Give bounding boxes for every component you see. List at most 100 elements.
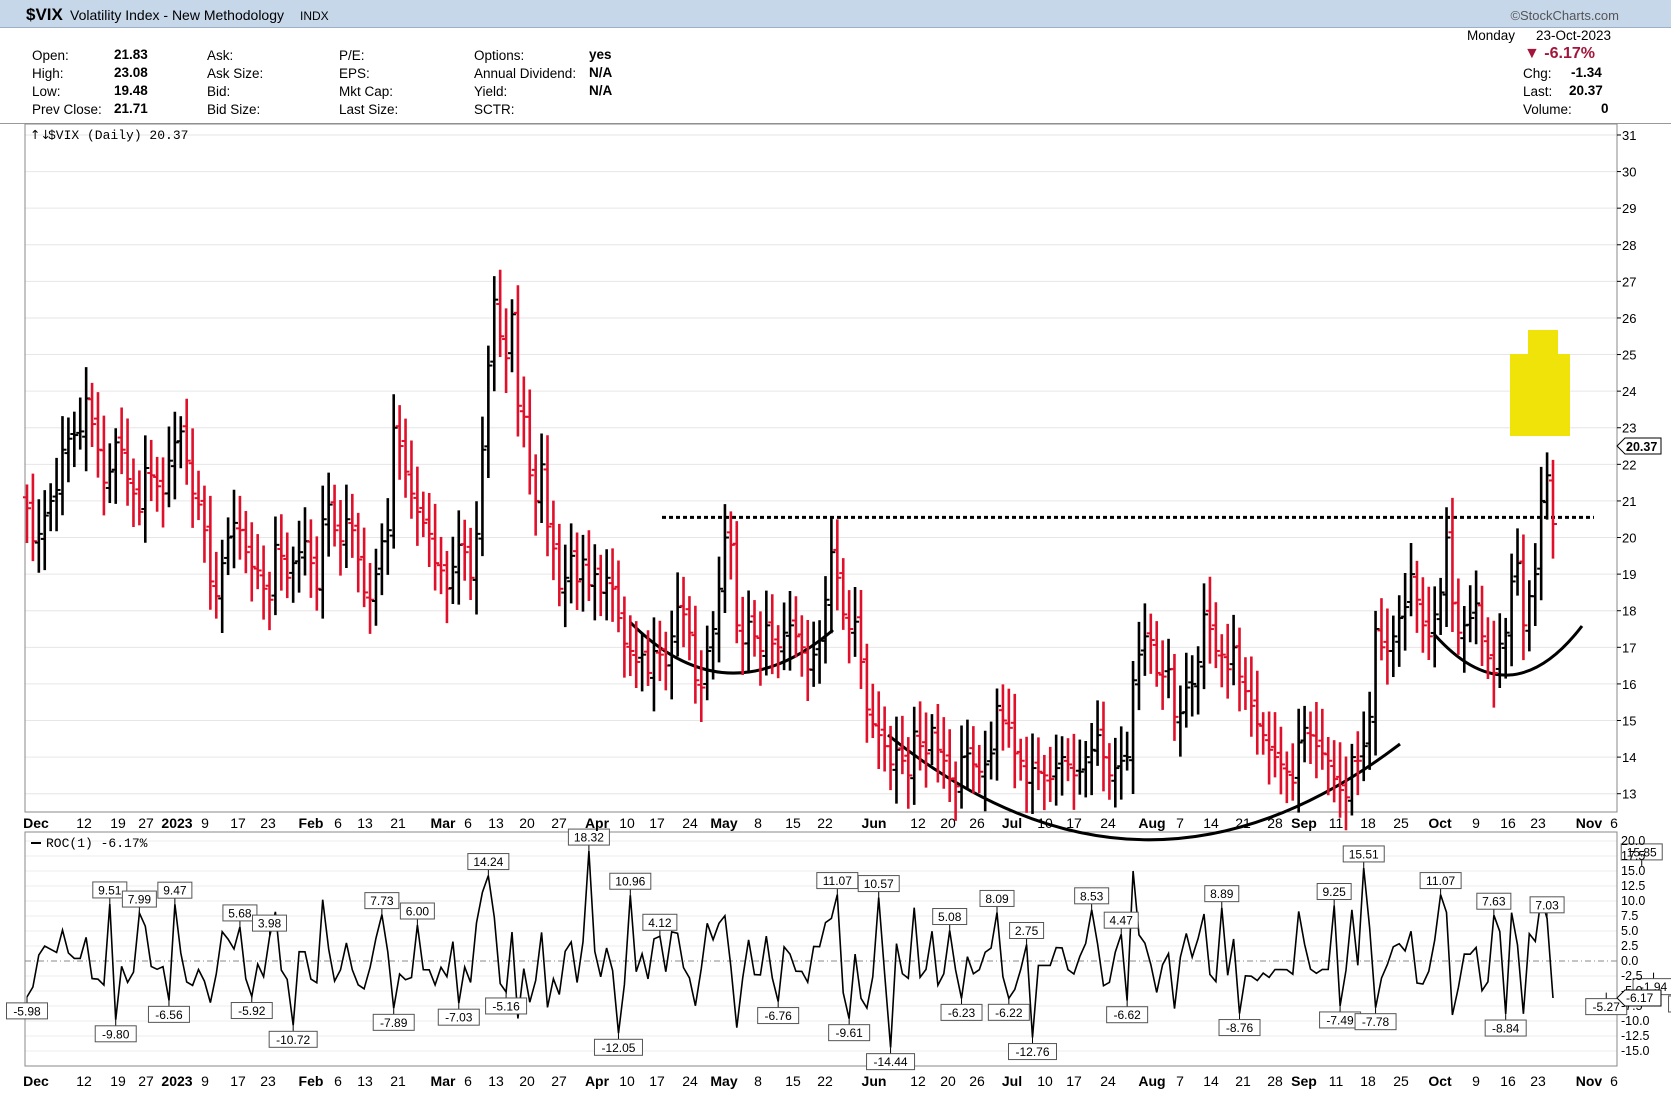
date-tick-label: 2023 bbox=[161, 815, 192, 831]
ohlc-bar bbox=[1537, 466, 1546, 601]
ohlc-bar bbox=[58, 416, 67, 516]
ohlc-bar bbox=[797, 615, 806, 677]
ohlc-bar bbox=[371, 548, 380, 626]
ohlc-bar bbox=[1129, 660, 1138, 794]
ohlc-bar bbox=[1424, 586, 1433, 661]
svg-text:-8.76: -8.76 bbox=[1226, 1021, 1254, 1035]
ohlc-bar bbox=[1004, 688, 1013, 748]
date-tick-label: 21 bbox=[1235, 1073, 1251, 1089]
ohlc-bar bbox=[738, 596, 747, 676]
ohlc-bar bbox=[1052, 734, 1061, 806]
date-tick-label: 28 bbox=[1267, 815, 1283, 831]
svg-text:6.00: 6.00 bbox=[406, 905, 430, 919]
date-tick-label: 24 bbox=[682, 815, 698, 831]
roc-value-label: 15.51 bbox=[1342, 845, 1385, 868]
roc-value-label: 3.98 bbox=[252, 914, 288, 938]
svg-text:-5.98: -5.98 bbox=[13, 1004, 41, 1018]
date-tick-label: 17 bbox=[649, 815, 665, 831]
ohlc-bar bbox=[1105, 743, 1114, 800]
ohlc-bar bbox=[425, 493, 434, 567]
ohlc-bar bbox=[661, 631, 670, 691]
date-tick-label: 20 bbox=[940, 815, 956, 831]
ohlc-bar bbox=[1063, 738, 1072, 782]
ohlc-bar bbox=[1140, 603, 1149, 676]
ohlc-bar bbox=[596, 554, 605, 617]
date-tick-label: Nov bbox=[1576, 1073, 1603, 1089]
roc-value-label: 5.68 bbox=[222, 904, 258, 927]
ohlc-bar bbox=[537, 433, 546, 523]
date-tick-label: 17 bbox=[230, 1073, 246, 1089]
price-tick-label: 14 bbox=[1622, 750, 1636, 765]
roc-value-label: -5.98 bbox=[6, 996, 48, 1020]
ohlc-bar bbox=[1087, 722, 1096, 796]
roc-tick-label: 2.5 bbox=[1621, 939, 1638, 953]
roc-tick-label: 20.0 bbox=[1621, 834, 1645, 848]
date-tick-label: Dec bbox=[23, 815, 49, 831]
ohlc-bar bbox=[1247, 656, 1256, 737]
ohlc-bar bbox=[1170, 654, 1179, 741]
price-axis: 13 14 15 16 17 18 19 20 21 22 23 24 25 26 27 28 29 30 31 bbox=[1617, 128, 1636, 802]
svg-text:15.51: 15.51 bbox=[1349, 847, 1379, 861]
ohlc-bar bbox=[531, 454, 540, 536]
svg-text:-14.44: -14.44 bbox=[874, 1055, 908, 1069]
date-tick-label: 27 bbox=[551, 815, 567, 831]
ohlc-bar bbox=[224, 517, 233, 576]
svg-text:7.73: 7.73 bbox=[370, 894, 394, 908]
date-tick-label: 17 bbox=[230, 815, 246, 831]
price-tick-label: 31 bbox=[1622, 128, 1636, 143]
svg-text:-7.78: -7.78 bbox=[1362, 1015, 1390, 1029]
svg-text:7.03: 7.03 bbox=[1535, 898, 1559, 912]
svg-text:-7.89: -7.89 bbox=[380, 1016, 408, 1030]
ohlc-bar bbox=[543, 435, 552, 557]
date-tick-label: 2023 bbox=[161, 1073, 192, 1089]
svg-text:5.68: 5.68 bbox=[228, 906, 252, 920]
ohlc-bar bbox=[277, 514, 286, 591]
svg-text:9.51: 9.51 bbox=[98, 883, 122, 897]
date-tick-label: Apr bbox=[585, 1073, 610, 1089]
ohlc-bar bbox=[1265, 711, 1274, 785]
ohlc-bar bbox=[88, 382, 97, 448]
price-tick-label: 24 bbox=[1622, 384, 1636, 399]
svg-text:20.37: 20.37 bbox=[1626, 440, 1657, 454]
ohlc-bar bbox=[1472, 570, 1481, 645]
svg-text:-5.16: -5.16 bbox=[492, 999, 520, 1013]
ohlc-bar bbox=[1235, 627, 1244, 712]
ohlc-bar bbox=[324, 472, 333, 557]
svg-text:7.63: 7.63 bbox=[1482, 895, 1506, 909]
ohlc-bar bbox=[23, 484, 31, 544]
price-tick-label: 16 bbox=[1622, 677, 1636, 692]
ohlc-bar bbox=[809, 621, 818, 687]
roc-tick-label: -2.5 bbox=[1621, 969, 1643, 983]
ohlc-bar bbox=[1478, 585, 1487, 666]
roc-value-label: -9.80 bbox=[94, 1019, 137, 1043]
date-tick-label: 23 bbox=[260, 1073, 276, 1089]
roc-value-label: -6.62 bbox=[1106, 1000, 1149, 1024]
svg-text:-12.76: -12.76 bbox=[1015, 1045, 1049, 1059]
ohlc-bar bbox=[1211, 602, 1220, 669]
price-tick-label: 22 bbox=[1622, 457, 1636, 472]
svg-text:-6.62: -6.62 bbox=[1113, 1008, 1141, 1022]
roc-value-label: 6.00 bbox=[399, 902, 435, 925]
date-tick-label: 6 bbox=[334, 1073, 342, 1089]
roc-date-axis: Dec 12 19 27 2023 9 17 23 Feb 6 13 21 Mar 6 13 20 27 Apr 1… bbox=[23, 1073, 1618, 1089]
ohlc-bar bbox=[833, 519, 842, 611]
ohlc-bar bbox=[200, 485, 209, 563]
ohlc-bar bbox=[318, 485, 327, 619]
date-tick-label: 15 bbox=[785, 815, 801, 831]
price-tick-label: 28 bbox=[1622, 238, 1636, 253]
date-tick-label: 10 bbox=[1037, 1073, 1053, 1089]
ohlc-bar bbox=[1412, 560, 1421, 633]
date-tick-label: 23 bbox=[1530, 815, 1546, 831]
date-tick-label: Mar bbox=[431, 1073, 456, 1089]
price-tick-label: 20 bbox=[1622, 531, 1636, 546]
date-tick-label: Jul bbox=[1002, 815, 1022, 831]
date-tick-label: 12 bbox=[910, 1073, 926, 1089]
ohlc-bar bbox=[419, 491, 428, 538]
ohlc-bar bbox=[803, 619, 812, 702]
ohlc-bar bbox=[715, 556, 724, 663]
ohlc-bar bbox=[235, 495, 244, 560]
ohlc-bar bbox=[1501, 617, 1510, 679]
date-tick-label: 24 bbox=[1100, 1073, 1116, 1089]
ohlc-bar bbox=[194, 470, 203, 521]
date-tick-label: 20 bbox=[940, 1073, 956, 1089]
